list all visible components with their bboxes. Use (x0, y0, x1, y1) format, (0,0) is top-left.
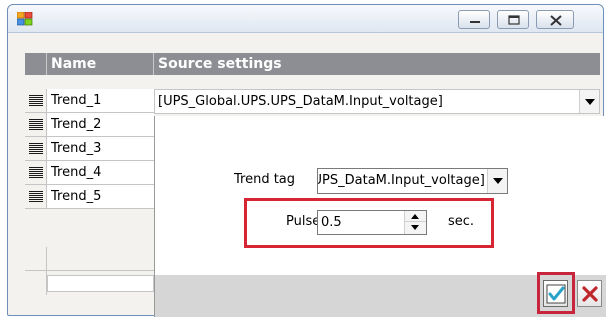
row-selector[interactable] (25, 161, 47, 184)
row-lines-icon (29, 95, 43, 106)
maximize-icon (508, 15, 520, 25)
increment-button[interactable] (405, 211, 426, 222)
source-dropdown-button[interactable] (579, 90, 599, 113)
close-button[interactable] (536, 10, 574, 29)
settings-window: Name Source settings Trend_1 Trend_2 Tre… (7, 4, 606, 317)
grid-header: Name Source settings (25, 53, 600, 75)
chevron-down-icon (492, 178, 503, 184)
table-row[interactable]: Trend_3 (25, 137, 154, 161)
row-selector[interactable] (25, 113, 47, 136)
pulse-unit-label: sec. (448, 214, 475, 229)
trend-tag-dropdown-button[interactable] (487, 169, 507, 193)
empty-row[interactable] (25, 247, 154, 271)
column-header-name[interactable]: Name (47, 53, 154, 75)
decrement-button[interactable] (405, 222, 426, 233)
trend-tag-value: [UPS_Global.UPS.UPS_DataM.Input_voltage] (318, 173, 485, 188)
row-selector[interactable] (25, 137, 47, 160)
pulse-label: Pulse (286, 214, 321, 229)
trend-name-cell[interactable]: Trend_2 (47, 113, 154, 136)
column-header-source-settings[interactable]: Source settings (154, 53, 600, 75)
pulse-value[interactable]: 0.5 (321, 211, 342, 234)
trend-tag-combobox[interactable]: [UPS_Global.UPS.UPS_DataM.Input_voltage] (317, 168, 508, 194)
app-grid-icon (17, 12, 33, 26)
arrow-down-icon (411, 225, 419, 230)
row-lines-icon (29, 191, 43, 202)
source-settings-value: [UPS_Global.UPS.UPS_DataM.Input_voltage] (158, 94, 443, 109)
row-selector[interactable] (25, 185, 47, 208)
table-row[interactable]: Trend_4 (25, 161, 154, 185)
row-lines-icon (29, 119, 43, 130)
pulse-spin-buttons (404, 211, 426, 234)
minimize-icon (470, 21, 480, 23)
row-lines-icon (29, 143, 43, 154)
new-row[interactable] (25, 271, 154, 295)
ok-button[interactable] (543, 280, 568, 307)
x-icon (582, 286, 598, 302)
cancel-button[interactable] (577, 280, 602, 307)
trend-name-cell[interactable]: Trend_4 (47, 161, 154, 184)
source-settings-cell[interactable]: [UPS_Global.UPS.UPS_DataM.Input_voltage] (154, 89, 600, 114)
table-row[interactable]: Trend_5 (25, 185, 154, 209)
trend-name-cell[interactable]: Trend_1 (47, 89, 154, 112)
arrow-up-icon (411, 214, 419, 219)
pulse-stepper[interactable]: 0.5 (317, 210, 427, 235)
chevron-down-icon (584, 98, 595, 105)
row-lines-icon (29, 167, 43, 178)
title-bar[interactable] (8, 5, 603, 33)
trend-tag-label: Trend tag (234, 172, 296, 187)
table-row[interactable]: Trend_2 (25, 113, 154, 137)
table-row[interactable]: Trend_1 (25, 89, 154, 113)
row-header-corner (25, 53, 47, 75)
maximize-button[interactable] (497, 10, 529, 29)
close-icon (550, 15, 562, 26)
source-settings-popup: Trend tag [UPS_Global.UPS.UPS_DataM.Inpu… (154, 116, 606, 317)
new-row-cell[interactable] (47, 275, 154, 292)
trend-name-cell[interactable]: Trend_5 (47, 185, 154, 208)
column-divider (46, 247, 47, 295)
minimize-button[interactable] (458, 10, 490, 29)
row-selector[interactable] (25, 89, 47, 112)
trend-name-cell[interactable]: Trend_3 (47, 137, 154, 160)
checkmark-icon (546, 284, 566, 304)
